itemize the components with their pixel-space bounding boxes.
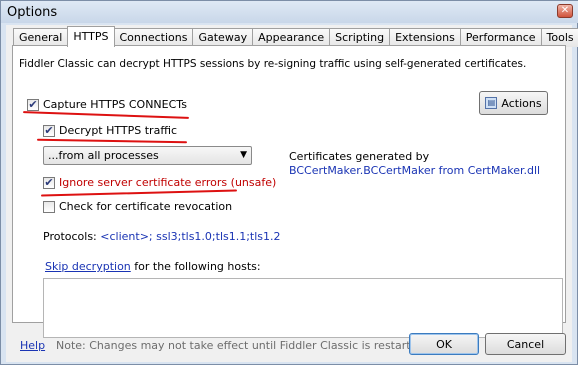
actions-button[interactable]: ▤ Actions [479,91,548,115]
ignore-cert-errors-label: Ignore server certificate errors (unsafe… [59,176,277,189]
tab-strip: General HTTPS Connections Gateway Appear… [13,26,578,47]
annotation-underline [41,189,237,197]
decrypt-traffic-label: Decrypt HTTPS traffic [59,124,177,137]
help-link[interactable]: Help [20,339,45,352]
tab-https[interactable]: HTTPS [67,26,115,47]
skip-hosts-textarea[interactable] [43,278,563,338]
cancel-button[interactable]: Cancel [485,333,566,355]
chevron-down-icon: ▼ [240,150,247,160]
protocols-row: Protocols: <client>; ssl3;tls1.0;tls1.1;… [43,230,281,243]
protocols-value-link[interactable]: <client>; ssl3;tls1.0;tls1.1;tls1.2 [100,230,280,243]
actions-label: Actions [501,96,542,110]
https-intro-text: Fiddler Classic can decrypt HTTPS sessio… [19,58,527,70]
ok-button[interactable]: OK [409,333,479,355]
skip-decryption-suffix: for the following hosts: [130,260,261,273]
https-tab-panel: Fiddler Classic can decrypt HTTPS sessio… [12,45,566,338]
check-revocation-row[interactable]: Check for certificate revocation [43,200,232,213]
capture-connects-checkbox[interactable]: ✔ [27,98,39,111]
title-bar: Options ✕ [1,1,578,23]
ignore-cert-errors-checkbox[interactable]: ✔ [43,176,55,189]
options-window: Options ✕ General HTTPS Connections Gate… [0,0,578,365]
decrypt-traffic-checkbox[interactable]: ✔ [43,124,55,137]
check-revocation-checkbox[interactable] [43,200,55,213]
check-revocation-label: Check for certificate revocation [59,200,233,213]
skip-decryption-link[interactable]: Skip decryption [45,260,131,273]
capture-connects-label: Capture HTTPS CONNECTs [43,98,187,111]
annotation-underline [23,111,189,119]
dialog-client-area: General HTTPS Connections Gateway Appear… [6,25,578,362]
restart-note: Note: Changes may not take effect until … [56,339,428,352]
decrypt-traffic-row[interactable]: ✔ Decrypt HTTPS traffic [43,124,177,137]
close-icon[interactable]: ✕ [557,4,573,18]
process-filter-value: ...from all processes [48,149,159,162]
capture-connects-row[interactable]: ✔ Capture HTTPS CONNECTs [27,98,187,111]
process-filter-dropdown[interactable]: ...from all processes ▼ [43,146,252,165]
actions-icon: ▤ [485,97,498,109]
annotation-underline [36,138,188,144]
protocols-label: Protocols: [43,230,97,243]
window-title: Options [7,5,58,20]
skip-decryption-row: Skip decryption for the following hosts: [45,260,261,273]
certificate-maker-link[interactable]: BCCertMaker.BCCertMaker from CertMaker.d… [289,164,540,177]
certificates-label: Certificates generated by [289,150,430,163]
ignore-cert-errors-row[interactable]: ✔ Ignore server certificate errors (unsa… [43,176,276,189]
